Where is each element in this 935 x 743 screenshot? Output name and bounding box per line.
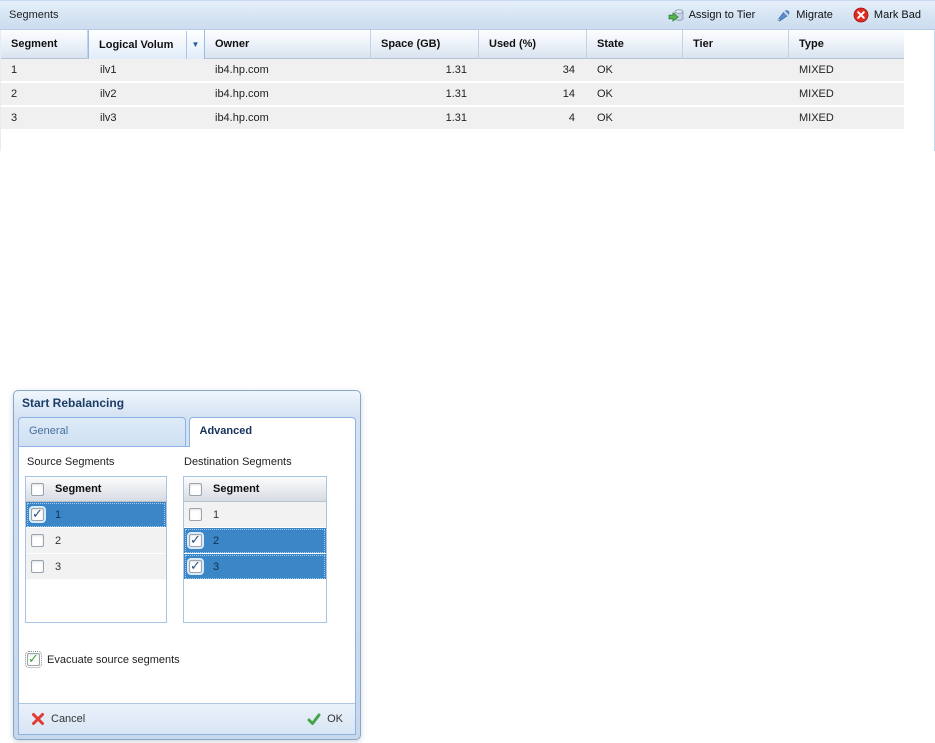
cell-used: 4 (479, 107, 587, 129)
migrate-icon (775, 7, 791, 23)
dialog-title: Start Rebalancing (14, 391, 360, 417)
column-header-state[interactable]: State (587, 30, 683, 59)
destination-row-1-checkbox[interactable] (189, 508, 202, 521)
tab-advanced[interactable]: Advanced (189, 417, 357, 447)
column-header-type[interactable]: Type (789, 30, 904, 59)
cell-state: OK (587, 83, 683, 105)
cell-type: MIXED (789, 83, 904, 105)
destination-row-3-value: 3 (213, 561, 219, 573)
evacuate-label: Evacuate source segments (47, 654, 180, 666)
dialog-content: Source Segments Destination Segments Seg… (18, 446, 356, 735)
mark-bad-button[interactable]: Mark Bad (853, 7, 921, 23)
dialog-footer: Cancel OK (19, 703, 355, 734)
cancel-button[interactable]: Cancel (31, 712, 85, 726)
column-header-owner[interactable]: Owner (205, 30, 371, 59)
cell-logical-volume: ilv2 (88, 83, 205, 105)
evacuate-source-segments-option[interactable]: Evacuate source segments (27, 653, 180, 666)
migrate-label: Migrate (796, 9, 833, 21)
cell-tier (683, 83, 789, 105)
migrate-button[interactable]: Migrate (775, 7, 833, 23)
assign-to-tier-icon (668, 7, 684, 23)
ok-button[interactable]: OK (307, 712, 343, 726)
source-segments-list: Segment 1 2 3 (25, 476, 167, 623)
column-header-segment[interactable]: Segment (1, 30, 88, 59)
column-menu-trigger-icon[interactable]: ▼ (186, 31, 204, 59)
cell-type: MIXED (789, 59, 904, 81)
source-row-3-checkbox[interactable] (31, 560, 44, 573)
cancel-icon (31, 712, 45, 726)
destination-list-header[interactable]: Segment (184, 477, 326, 502)
column-header-used[interactable]: Used (%) (479, 30, 587, 59)
cell-logical-volume: ilv1 (88, 59, 205, 81)
column-header-tier[interactable]: Tier (683, 30, 789, 59)
source-row-3-value: 3 (55, 561, 61, 573)
panel-title: Segments (0, 9, 59, 21)
destination-segments-list: Segment 1 2 3 (183, 476, 327, 623)
column-header-logical-volume[interactable]: Logical Volum ▼ (88, 30, 205, 59)
column-header-space[interactable]: Space (GB) (371, 30, 479, 59)
segments-grid: Segment Logical Volum ▼ Owner Space (GB)… (0, 30, 935, 151)
cell-segment: 2 (1, 83, 88, 105)
source-select-all-checkbox[interactable] (31, 483, 44, 496)
grid-row-1[interactable]: 1 ilv1 ib4.hp.com 1.31 34 OK MIXED (1, 59, 904, 83)
cell-space: 1.31 (371, 107, 479, 129)
cell-used: 14 (479, 83, 587, 105)
cell-owner: ib4.hp.com (205, 107, 371, 129)
destination-list-column-label: Segment (213, 483, 259, 495)
source-list-column-label: Segment (55, 483, 101, 495)
cell-owner: ib4.hp.com (205, 83, 371, 105)
grid-row-3[interactable]: 3 ilv3 ib4.hp.com 1.31 4 OK MIXED (1, 107, 904, 131)
source-row-1-value: 1 (55, 509, 61, 521)
assign-to-tier-button[interactable]: Assign to Tier (668, 7, 756, 23)
grid-row-2[interactable]: 2 ilv2 ib4.hp.com 1.31 14 OK MIXED (1, 83, 904, 107)
cell-tier (683, 107, 789, 129)
cell-owner: ib4.hp.com (205, 59, 371, 81)
source-row-3[interactable]: 3 (26, 554, 166, 580)
destination-row-1-value: 1 (213, 509, 219, 521)
dialog-tabstrip: General Advanced (18, 417, 356, 446)
tab-general[interactable]: General (18, 417, 186, 446)
cell-space: 1.31 (371, 59, 479, 81)
destination-row-2[interactable]: 2 (184, 528, 326, 554)
grid-header-row: Segment Logical Volum ▼ Owner Space (GB)… (1, 30, 904, 59)
start-rebalancing-dialog: Start Rebalancing General Advanced Sourc… (13, 390, 361, 740)
cell-segment: 1 (1, 59, 88, 81)
source-segments-label: Source Segments (27, 456, 114, 468)
cancel-label: Cancel (51, 713, 85, 725)
cell-tier (683, 59, 789, 81)
cell-logical-volume: ilv3 (88, 107, 205, 129)
source-row-1[interactable]: 1 (26, 502, 166, 528)
destination-row-1[interactable]: 1 (184, 502, 326, 528)
destination-select-all-checkbox[interactable] (189, 483, 202, 496)
destination-segments-label: Destination Segments (184, 456, 292, 468)
evacuate-checkbox[interactable] (27, 653, 40, 666)
destination-row-3-checkbox[interactable] (189, 560, 202, 573)
destination-row-2-checkbox[interactable] (189, 534, 202, 547)
screen: Segments Assign to Tier Migrate Mar (0, 0, 935, 743)
source-row-2-checkbox[interactable] (31, 534, 44, 547)
source-list-header[interactable]: Segment (26, 477, 166, 502)
source-row-2[interactable]: 2 (26, 528, 166, 554)
cell-used: 34 (479, 59, 587, 81)
cell-state: OK (587, 107, 683, 129)
segments-panel-header: Segments Assign to Tier Migrate Mar (0, 0, 935, 30)
mark-bad-icon (853, 7, 869, 23)
destination-row-2-value: 2 (213, 535, 219, 547)
destination-row-3[interactable]: 3 (184, 554, 326, 580)
ok-icon (307, 712, 321, 726)
source-row-2-value: 2 (55, 535, 61, 547)
cell-segment: 3 (1, 107, 88, 129)
cell-state: OK (587, 59, 683, 81)
column-header-logical-volume-label: Logical Volum (89, 31, 186, 59)
cell-type: MIXED (789, 107, 904, 129)
ok-label: OK (327, 713, 343, 725)
source-row-1-checkbox[interactable] (31, 508, 44, 521)
assign-to-tier-label: Assign to Tier (689, 9, 756, 21)
mark-bad-label: Mark Bad (874, 9, 921, 21)
cell-space: 1.31 (371, 83, 479, 105)
